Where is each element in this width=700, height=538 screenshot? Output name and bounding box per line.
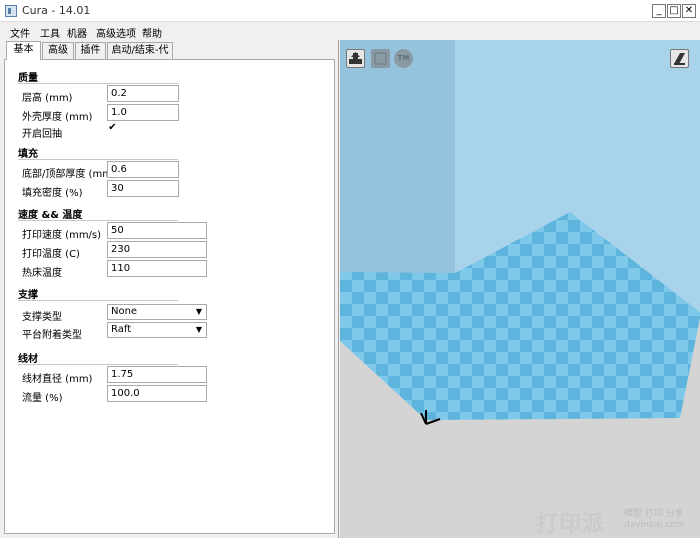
filament-diameter-input[interactable]: 1.75: [107, 366, 207, 383]
bed-temperature-label: 热床温度: [22, 268, 62, 279]
view-mode-button[interactable]: [670, 49, 689, 68]
close-button[interactable]: ✕: [682, 4, 696, 18]
layer-height-label: 层高 (mm): [22, 93, 73, 104]
menu-bar: 文件 工具 机器 高级选项 帮助: [0, 22, 700, 40]
divider: [18, 83, 178, 84]
filament-diameter-label: 线材直径 (mm): [22, 374, 93, 385]
fill-density-input[interactable]: 30: [107, 180, 179, 197]
support-type-label: 支撑类型: [22, 312, 62, 323]
section-quality: 质量: [18, 73, 38, 84]
section-filament: 线材: [18, 354, 38, 365]
divider: [18, 300, 178, 301]
print-temperature-input[interactable]: 230: [107, 241, 207, 258]
watermark-url: dayinpai.com: [624, 520, 685, 530]
chevron-down-icon[interactable]: ▼: [193, 306, 205, 318]
fill-density-label: 填充密度 (%): [22, 188, 83, 199]
platform-adhesion-select[interactable]: Raft ▼: [107, 322, 207, 338]
menu-help[interactable]: 帮助: [142, 25, 162, 40]
load-model-button[interactable]: [346, 49, 365, 68]
layer-height-input[interactable]: 0.2: [107, 85, 179, 102]
retraction-label: 开启回抽: [22, 129, 62, 140]
print-icon: [374, 52, 387, 65]
window-title: Cura - 14.01: [22, 4, 91, 17]
load-icon: [349, 52, 362, 64]
print-temperature-label: 打印温度 (C): [22, 249, 80, 260]
print-speed-input[interactable]: 50: [107, 222, 207, 239]
watermark-tagline: 模型 打印 分享: [624, 509, 684, 519]
bottom-top-thickness-input[interactable]: 0.6: [107, 161, 179, 178]
title-bar: Cura - 14.01 _ □ ✕: [0, 0, 700, 22]
section-speed-temperature: 速度 && 温度: [18, 210, 83, 221]
section-fill: 填充: [18, 149, 38, 160]
bed-temperature-input[interactable]: 110: [107, 260, 207, 277]
basic-settings: 质量 层高 (mm) 0.2 外壳厚度 (mm) 1.0 开启回抽 ✔ 填充 底…: [4, 59, 335, 534]
maximize-button[interactable]: □: [667, 4, 681, 18]
bottom-top-thickness-label: 底部/顶部厚度 (mm): [22, 169, 116, 180]
flow-label: 流量 (%): [22, 393, 63, 404]
app-icon: [5, 5, 17, 17]
platform-adhesion-value: Raft: [111, 324, 132, 335]
settings-panel: 基本 高级 插件 启动/结束-代码 质量 层高 (mm) 0.2 外壳厚度 (m…: [0, 40, 339, 538]
divider: [18, 220, 178, 221]
watermark-logo: 打印派: [536, 512, 606, 537]
tab-basic[interactable]: 基本: [6, 41, 41, 60]
print-button[interactable]: [371, 49, 390, 68]
flow-input[interactable]: 100.0: [107, 385, 207, 402]
divider: [18, 159, 178, 160]
divider: [18, 364, 178, 365]
support-type-value: None: [111, 306, 138, 317]
platform-adhesion-label: 平台附着类型: [22, 330, 82, 341]
watermark-caption: 模型 打印 分享 dayinpai.com: [624, 509, 685, 531]
menu-machine[interactable]: 机器: [67, 25, 87, 40]
tab-start-end-gcode[interactable]: 启动/结束-代码: [107, 42, 173, 71]
menu-file[interactable]: 文件: [10, 25, 30, 40]
retraction-checkbox[interactable]: ✔: [107, 123, 118, 134]
tab-plugins[interactable]: 插件: [75, 42, 106, 59]
build-volume-scene: [340, 40, 700, 538]
support-type-select[interactable]: None ▼: [107, 304, 207, 320]
print-speed-label: 打印速度 (mm/s): [22, 230, 102, 241]
shell-thickness-label: 外壳厚度 (mm): [22, 112, 93, 123]
menu-tools[interactable]: 工具: [40, 25, 60, 40]
view-mode-icon: [674, 53, 685, 65]
minimize-button[interactable]: _: [652, 4, 666, 18]
youmagine-button[interactable]: TM: [394, 49, 413, 68]
menu-advanced[interactable]: 高级选项: [96, 25, 136, 40]
3d-viewport[interactable]: TM: [340, 40, 700, 538]
section-support: 支撑: [18, 290, 38, 301]
tab-advanced[interactable]: 高级: [42, 42, 74, 59]
chevron-down-icon[interactable]: ▼: [193, 324, 205, 336]
shell-thickness-input[interactable]: 1.0: [107, 104, 179, 121]
